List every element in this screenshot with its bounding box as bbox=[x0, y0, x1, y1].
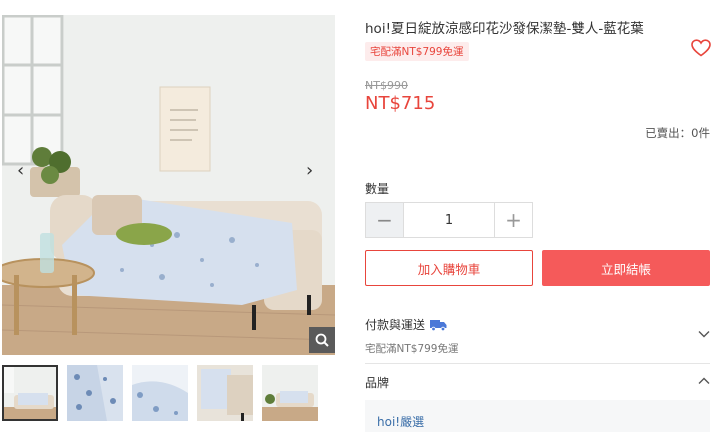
quantity-input[interactable] bbox=[404, 203, 494, 237]
chevron-up-icon bbox=[698, 377, 710, 384]
quantity-stepper: − + bbox=[365, 202, 533, 238]
payment-shipping-title: 付款與運送 bbox=[365, 318, 426, 332]
buy-now-button[interactable]: 立即結帳 bbox=[542, 250, 710, 286]
gallery-next-button[interactable]: › bbox=[306, 162, 313, 180]
add-to-cart-button[interactable]: 加入購物車 bbox=[365, 250, 533, 286]
product-title: hoi!夏日綻放涼感印花沙發保潔墊-雙人-藍花葉 bbox=[365, 21, 644, 37]
thumbnail-strip bbox=[2, 365, 318, 421]
payment-shipping-header: 付款與運送 bbox=[365, 316, 447, 333]
brand-link[interactable]: hoi!嚴選 bbox=[377, 413, 424, 430]
brand-title: 品牌 bbox=[365, 376, 390, 390]
zoom-button[interactable] bbox=[309, 327, 335, 353]
quantity-label: 數量 bbox=[365, 182, 390, 196]
heart-icon bbox=[691, 39, 711, 57]
thumbnail-3[interactable] bbox=[132, 365, 188, 421]
original-price: NT$990 bbox=[365, 79, 408, 92]
favorite-button[interactable] bbox=[691, 39, 711, 61]
thumbnail-5[interactable] bbox=[262, 365, 318, 421]
section-divider bbox=[365, 363, 710, 364]
product-main-image bbox=[2, 15, 335, 355]
thumbnail-1[interactable] bbox=[2, 365, 58, 421]
payment-shipping-section[interactable]: 付款與運送 宅配滿NT$799免運 bbox=[365, 316, 710, 362]
payment-shipping-subtitle: 宅配滿NT$799免運 bbox=[365, 343, 459, 355]
thumbnail-4[interactable] bbox=[197, 365, 253, 421]
thumbnail-2[interactable] bbox=[67, 365, 123, 421]
truck-icon bbox=[430, 319, 447, 331]
sold-count: 已賣出：0件 bbox=[645, 126, 710, 140]
quantity-increase-button[interactable]: + bbox=[494, 203, 532, 237]
brand-section-body: hoi!嚴選 bbox=[365, 400, 710, 432]
current-price: NT$715 bbox=[365, 93, 436, 114]
search-icon bbox=[315, 333, 329, 347]
chevron-down-icon bbox=[698, 331, 710, 338]
brand-section-header[interactable]: 品牌 bbox=[365, 372, 710, 396]
gallery-prev-button[interactable]: ‹ bbox=[17, 162, 24, 180]
shipping-badge: 宅配滿NT$799免運 bbox=[365, 42, 469, 61]
quantity-decrease-button[interactable]: − bbox=[366, 203, 404, 237]
